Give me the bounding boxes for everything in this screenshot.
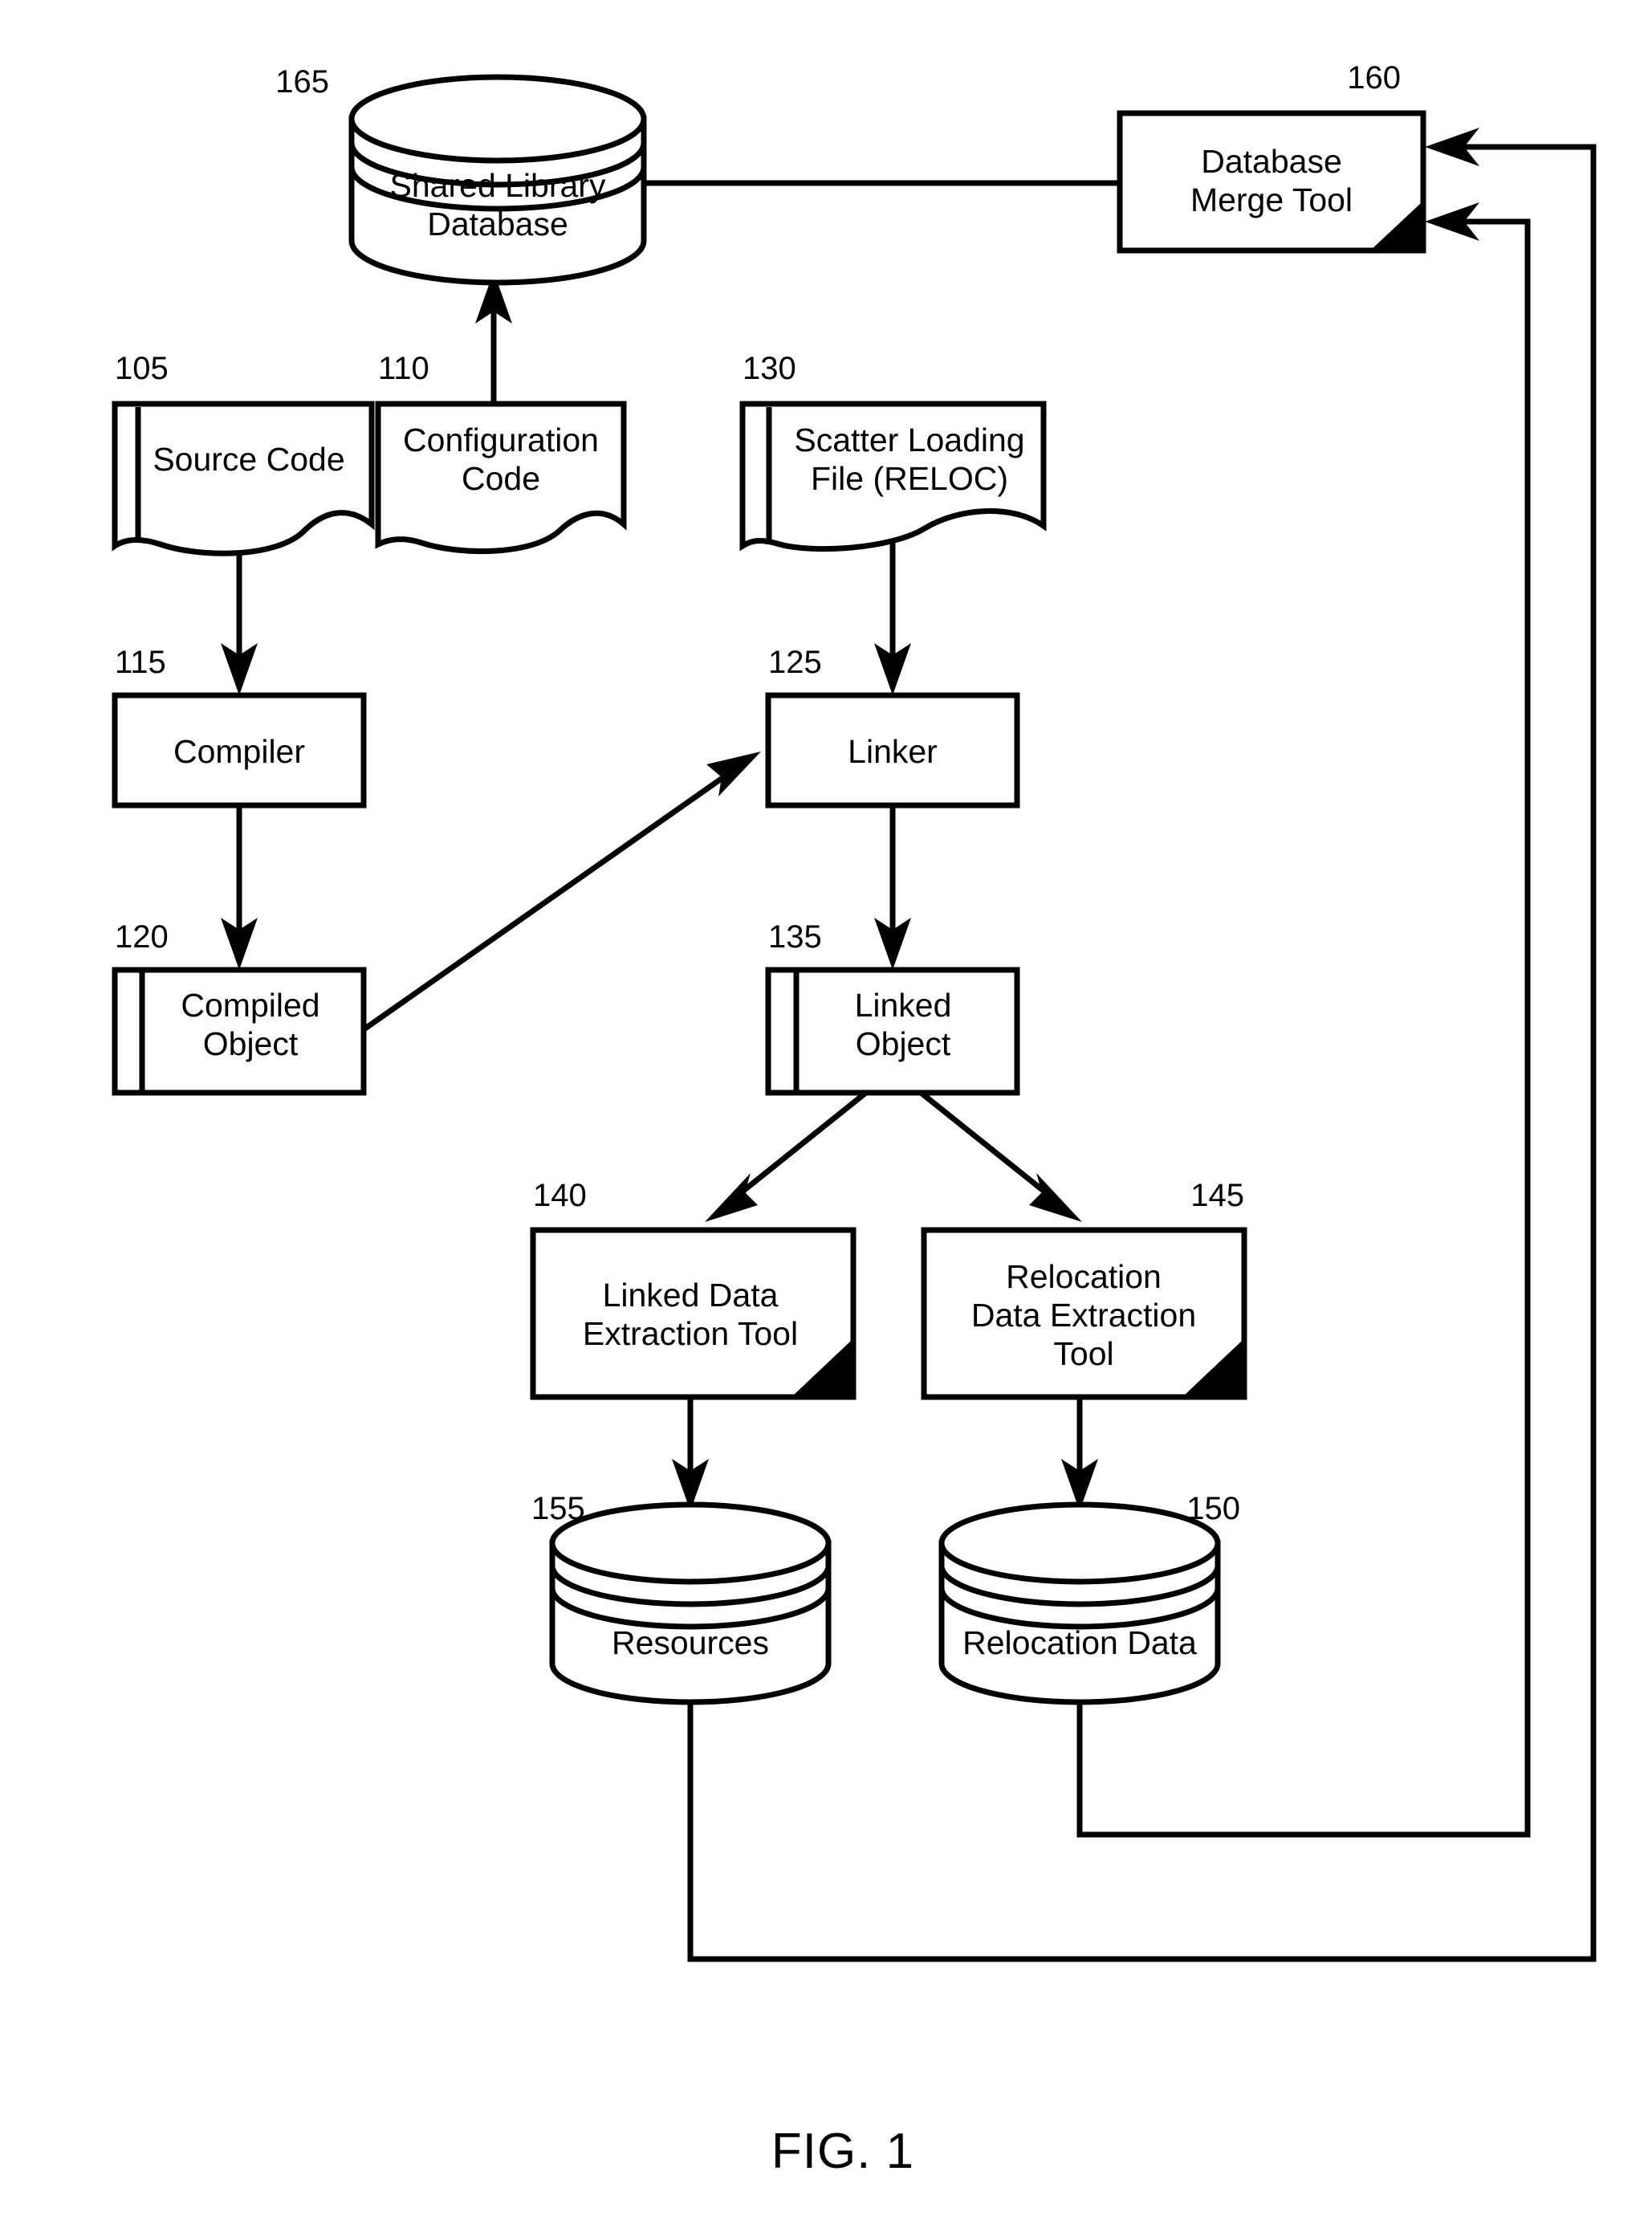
linked-object-label-line2: Object — [856, 1025, 951, 1062]
shared-library-database-label-line1: Shared Library — [390, 167, 606, 204]
patent-figure-1: Shared Library Database 165 Database Mer… — [0, 0, 1652, 2220]
linked-data-extraction-tool-label-line1: Linked Data — [603, 1277, 779, 1314]
configuration-code-label-line2: Code — [462, 460, 540, 497]
figure-canvas: Shared Library Database 165 Database Mer… — [112, 60, 1597, 2179]
database-merge-tool-label-line1: Database — [1201, 143, 1342, 180]
ref-number-120: 120 — [115, 919, 169, 955]
ref-number-105: 105 — [115, 351, 169, 386]
relocation-data-label: Relocation Data — [962, 1624, 1197, 1661]
node-linked-data-extraction-tool[interactable]: Linked Data Extraction Tool 140 — [530, 1178, 857, 1400]
connector-relocation-tool-to-relocation-data — [1061, 1397, 1098, 1511]
node-scatter-loading-file[interactable]: Scatter Loading File (RELOC) 130 — [739, 351, 1047, 552]
connector-linked-data-tool-to-resources — [672, 1397, 709, 1511]
node-resources[interactable]: Resources 155 — [531, 1491, 832, 1705]
connector-linked-object-to-linked-data-tool — [705, 1090, 869, 1222]
connector-linker-to-linked-object — [874, 804, 911, 970]
figure-caption: FIG. 1 — [771, 2124, 914, 2179]
compiled-object-label-line2: Object — [203, 1025, 299, 1062]
connector-compiler-to-compiled-object — [221, 804, 258, 970]
node-source-code[interactable]: Source Code 105 — [112, 351, 375, 556]
ref-number-110: 110 — [378, 351, 429, 386]
resources-label: Resources — [612, 1624, 769, 1661]
configuration-code-label-line1: Configuration — [403, 422, 599, 458]
relocation-data-extraction-tool-label-line3: Tool — [1053, 1335, 1113, 1372]
compiler-label: Compiler — [173, 733, 305, 770]
connector-compiled-object-to-linker — [360, 752, 761, 1033]
ref-number-165: 165 — [275, 64, 329, 100]
connector-scatter-to-linker — [874, 532, 911, 695]
ref-number-130: 130 — [743, 351, 796, 386]
ref-number-155: 155 — [531, 1491, 585, 1526]
relocation-data-extraction-tool-label-line1: Relocation — [1006, 1258, 1162, 1295]
ref-number-160: 160 — [1347, 60, 1401, 96]
source-code-label: Source Code — [153, 441, 344, 478]
ref-number-135: 135 — [768, 919, 822, 955]
node-relocation-data-extraction-tool[interactable]: Relocation Data Extraction Tool 145 — [921, 1178, 1247, 1400]
node-database-merge-tool[interactable]: Database Merge Tool 160 — [1117, 60, 1426, 254]
linked-data-extraction-tool-label-line2: Extraction Tool — [583, 1315, 798, 1352]
node-shared-library-database[interactable]: Shared Library Database 165 — [275, 64, 647, 286]
node-relocation-data[interactable]: Relocation Data 150 — [938, 1491, 1240, 1705]
ref-number-125: 125 — [768, 645, 822, 680]
ref-number-145: 145 — [1190, 1178, 1244, 1213]
node-configuration-code[interactable]: Configuration Code 110 — [375, 351, 627, 555]
relocation-data-extraction-tool-label-line2: Data Extraction — [971, 1297, 1196, 1334]
database-merge-tool-label-line2: Merge Tool — [1190, 181, 1353, 218]
compiled-object-label-line1: Compiled — [181, 987, 319, 1024]
ref-number-140: 140 — [533, 1178, 587, 1213]
shared-library-database-label-line2: Database — [427, 206, 568, 242]
linked-object-label-line1: Linked — [855, 987, 952, 1024]
linker-label: Linker — [848, 733, 938, 770]
scatter-loading-file-label-line2: File (RELOC) — [811, 460, 1008, 497]
connector-config-to-shared-library — [475, 271, 512, 401]
connector-linked-object-to-relocation-data-tool — [918, 1090, 1082, 1222]
ref-number-115: 115 — [115, 645, 166, 680]
scatter-loading-file-label-line1: Scatter Loading — [794, 422, 1024, 458]
ref-number-150: 150 — [1186, 1491, 1240, 1526]
